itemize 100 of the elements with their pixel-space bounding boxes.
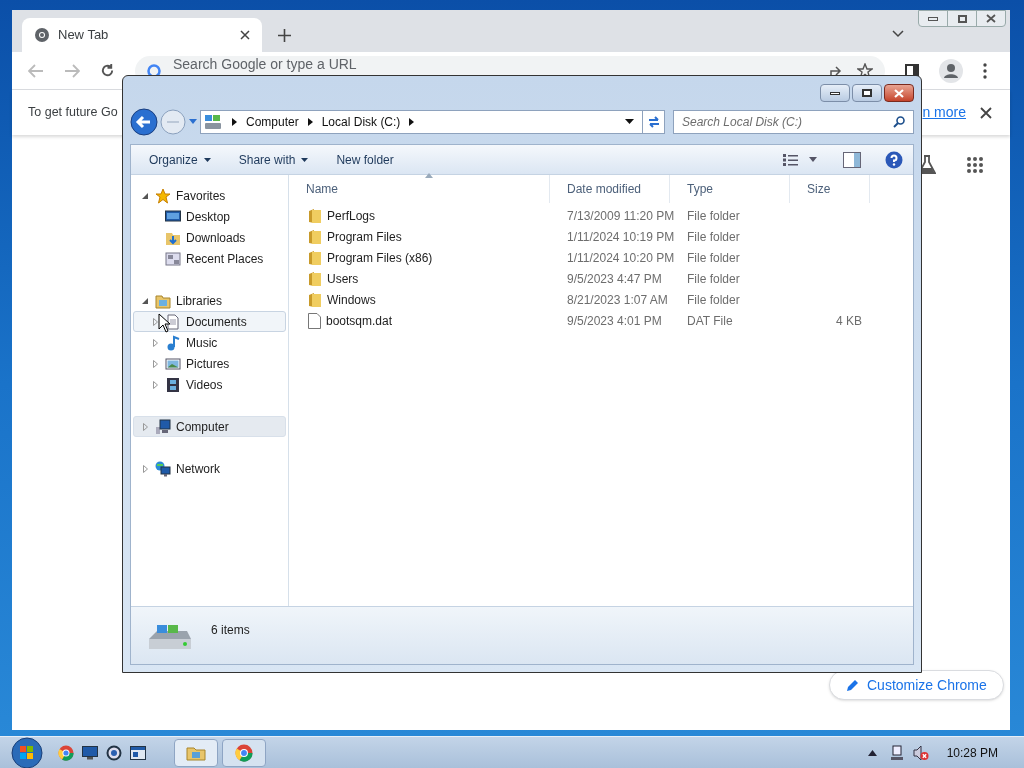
breadcrumb-item[interactable]: Local Disk (C:) xyxy=(319,113,403,131)
maximize-button[interactable] xyxy=(852,84,882,102)
column-header[interactable]: Size xyxy=(790,175,870,203)
start-button[interactable] xyxy=(10,736,44,768)
column-header[interactable]: Date modified xyxy=(550,175,670,203)
folder-icon xyxy=(308,270,322,287)
apps-grid-icon[interactable] xyxy=(966,156,984,174)
date-modified-cell-text: 9/5/2023 4:47 PM xyxy=(566,270,663,288)
omnibox-placeholder: Search Google or type a URL xyxy=(173,55,357,74)
folder-icon xyxy=(186,744,206,761)
learn-more-link[interactable]: n more xyxy=(922,102,966,123)
chevron-right-icon[interactable] xyxy=(409,118,415,126)
chrome-taskbar-button[interactable] xyxy=(222,738,266,767)
date-modified-cell-text: 8/21/2023 1:07 AM xyxy=(566,291,669,309)
chevron-right-icon[interactable] xyxy=(232,118,237,126)
new-tab-icon[interactable] xyxy=(278,29,291,42)
nav-item[interactable]: Pictures xyxy=(133,353,286,374)
monitor-taskbar-icon[interactable] xyxy=(82,745,98,760)
collapsed-arrow-icon[interactable] xyxy=(150,316,160,327)
desktop-icon xyxy=(165,208,181,225)
tray-expand-icon[interactable] xyxy=(867,749,877,756)
preview-pane-icon[interactable] xyxy=(843,151,861,168)
collapsed-arrow-icon[interactable] xyxy=(150,358,160,369)
search-icon xyxy=(893,116,905,128)
folder-icon xyxy=(308,249,322,266)
nav-item[interactable]: Network xyxy=(133,458,286,479)
sort-arrow-icon xyxy=(425,173,433,178)
file-name[interactable]: Program Files xyxy=(327,227,402,246)
toolbar-button[interactable]: New folder xyxy=(328,148,402,171)
chrome-taskbar-icon[interactable] xyxy=(58,744,74,761)
close-icon[interactable] xyxy=(240,30,250,40)
file-name[interactable]: Users xyxy=(327,269,359,288)
back-icon[interactable] xyxy=(130,108,158,136)
nav-item[interactable]: Videos xyxy=(133,374,286,395)
help-icon[interactable] xyxy=(885,150,903,169)
pictures-icon xyxy=(165,355,181,372)
toolbar-button[interactable]: Share with xyxy=(230,148,317,171)
refresh-icon xyxy=(646,115,661,129)
nav-item[interactable]: Desktop xyxy=(133,206,286,227)
drive-icon xyxy=(204,114,222,130)
address-bar[interactable]: Computer Local Disk (C:) xyxy=(200,110,665,134)
infobar-message: To get future Go xyxy=(28,104,118,122)
file-name[interactable]: PerfLogs xyxy=(327,206,376,225)
close-icon xyxy=(894,88,904,98)
search-field[interactable]: Search Local Disk (C:) xyxy=(673,110,914,134)
file-name[interactable]: Program Files (x86) xyxy=(327,248,433,267)
network-tray-icon[interactable] xyxy=(888,744,905,761)
minimize-button[interactable] xyxy=(820,84,850,102)
chrome-logo-icon xyxy=(235,743,253,762)
nav-item[interactable]: Recent Places xyxy=(133,248,286,269)
file-icon xyxy=(308,312,321,329)
toolbar-button[interactable]: Organize xyxy=(141,148,219,171)
speaker-muted-icon[interactable] xyxy=(912,744,929,761)
browser-tab[interactable]: New Tab xyxy=(22,18,262,52)
videos-icon xyxy=(165,376,181,393)
chevron-down-icon[interactable] xyxy=(892,30,904,38)
chrome-logo-icon xyxy=(34,27,50,43)
recent-pages-caret-icon[interactable] xyxy=(188,118,198,126)
mouse-cursor-icon xyxy=(158,313,172,333)
chevron-right-icon[interactable] xyxy=(307,118,313,126)
menu-icon[interactable] xyxy=(983,62,987,79)
collapsed-arrow-icon[interactable] xyxy=(150,379,160,390)
file-name[interactable]: Windows xyxy=(327,290,376,309)
nav-item[interactable]: Documents xyxy=(133,311,286,332)
clock: 10:28 PM xyxy=(946,744,998,762)
file-name[interactable]: bootsqm.dat xyxy=(326,311,393,330)
nav-item[interactable]: Libraries xyxy=(133,290,286,311)
type-cell-text: File folder xyxy=(686,270,741,288)
nav-item[interactable]: Music xyxy=(133,332,286,353)
reload-icon[interactable] xyxy=(100,63,115,78)
folder-icon xyxy=(308,207,322,224)
close-icon xyxy=(986,14,996,23)
column-header[interactable]: Type xyxy=(670,175,790,203)
close-icon[interactable] xyxy=(980,106,992,119)
collapsed-arrow-icon[interactable] xyxy=(150,337,160,348)
window-taskbar-icon[interactable] xyxy=(130,745,146,760)
customize-chrome-button[interactable]: Customize Chrome xyxy=(829,670,1004,700)
music-icon xyxy=(165,334,181,351)
nav-item[interactable]: Computer xyxy=(133,416,286,437)
view-options-icon[interactable] xyxy=(783,153,817,166)
type-cell-text: File folder xyxy=(686,207,741,225)
computer-icon xyxy=(155,418,171,435)
folder-icon xyxy=(308,228,322,245)
profile-avatar-icon[interactable] xyxy=(939,58,963,83)
item-count: 6 items xyxy=(211,622,250,639)
star-icon xyxy=(155,187,171,204)
network-icon xyxy=(155,460,171,477)
nav-item[interactable]: Downloads xyxy=(133,227,286,248)
type-cell-text: File folder xyxy=(686,291,741,309)
collapsed-arrow-icon[interactable] xyxy=(140,463,150,474)
library-icon xyxy=(155,292,171,309)
close-button[interactable] xyxy=(884,84,914,102)
nav-item[interactable]: Favorites xyxy=(133,185,286,206)
folder-icon xyxy=(308,291,322,308)
date-modified-cell-text: 9/5/2023 4:01 PM xyxy=(566,312,663,330)
breadcrumb-item[interactable]: Computer xyxy=(244,113,301,131)
dropdown-caret-icon[interactable] xyxy=(625,119,634,125)
type-cell-text: DAT File xyxy=(686,312,734,330)
magnifier-taskbar-icon[interactable] xyxy=(106,744,122,761)
size-cell-text: 4 KB xyxy=(835,312,863,330)
